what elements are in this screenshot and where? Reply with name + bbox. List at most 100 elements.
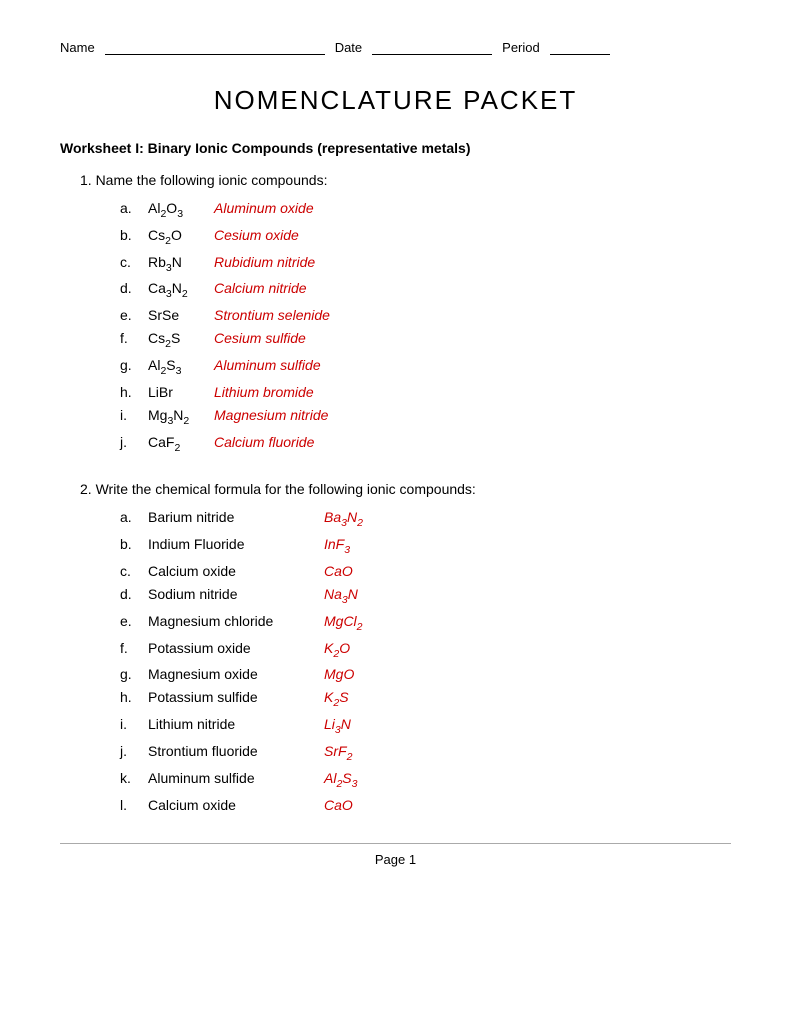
item-label: j. — [120, 743, 142, 759]
list-item: h. LiBr Lithium bromide — [120, 384, 731, 400]
list-item: b. Indium Fluoride InF3 — [120, 536, 731, 556]
formula: Rb3N — [148, 254, 208, 274]
formula: SrSe — [148, 307, 208, 323]
answer: Lithium bromide — [214, 384, 314, 400]
formula: Al2O3 — [148, 200, 208, 220]
answer-formula: K2S — [324, 689, 349, 709]
item-label: g. — [120, 357, 142, 373]
q1-list: a. Al2O3 Aluminum oxide b. Cs2O Cesium o… — [120, 200, 731, 453]
list-item: e. SrSe Strontium selenide — [120, 307, 731, 323]
date-label: Date — [335, 40, 362, 55]
answer-formula: SrF2 — [324, 743, 352, 763]
list-item: d. Sodium nitride Na3N — [120, 586, 731, 606]
period-line — [550, 54, 610, 55]
list-item: k. Aluminum sulfide Al2S3 — [120, 770, 731, 790]
item-label: d. — [120, 280, 142, 296]
list-item: d. Ca3N2 Calcium nitride — [120, 280, 731, 300]
answer: Aluminum sulfide — [214, 357, 321, 373]
list-item: a. Al2O3 Aluminum oxide — [120, 200, 731, 220]
answer-formula: MgCl2 — [324, 613, 363, 633]
formula: Cs2S — [148, 330, 208, 350]
list-item: j. Strontium fluoride SrF2 — [120, 743, 731, 763]
q2-intro: 2. Write the chemical formula for the fo… — [80, 481, 731, 497]
list-item: c. Rb3N Rubidium nitride — [120, 254, 731, 274]
formula: Cs2O — [148, 227, 208, 247]
item-label: d. — [120, 586, 142, 602]
answer: Magnesium nitride — [214, 407, 328, 423]
compound-name: Magnesium chloride — [148, 613, 318, 629]
compound-name: Calcium oxide — [148, 797, 318, 813]
item-label: k. — [120, 770, 142, 786]
item-label: e. — [120, 307, 142, 323]
q1-intro: 1. Name the following ionic compounds: — [80, 172, 731, 188]
list-item: f. Potassium oxide K2O — [120, 640, 731, 660]
item-label: g. — [120, 666, 142, 682]
item-label: e. — [120, 613, 142, 629]
answer-formula: MgO — [324, 666, 354, 682]
compound-name: Aluminum sulfide — [148, 770, 318, 786]
answer-formula: Ba3N2 — [324, 509, 363, 529]
formula: Mg3N2 — [148, 407, 208, 427]
item-label: a. — [120, 200, 142, 216]
formula: Al2S3 — [148, 357, 208, 377]
answer-formula: InF3 — [324, 536, 350, 556]
header: Name Date Period — [60, 40, 731, 55]
compound-name: Potassium sulfide — [148, 689, 318, 705]
item-label: h. — [120, 689, 142, 705]
compound-name: Sodium nitride — [148, 586, 318, 602]
formula: CaF2 — [148, 434, 208, 454]
list-item: j. CaF2 Calcium fluoride — [120, 434, 731, 454]
compound-name: Calcium oxide — [148, 563, 318, 579]
item-label: f. — [120, 640, 142, 656]
answer-formula: CaO — [324, 797, 353, 813]
compound-name: Strontium fluoride — [148, 743, 318, 759]
item-label: h. — [120, 384, 142, 400]
q2-list: a. Barium nitride Ba3N2 b. Indium Fluori… — [120, 509, 731, 812]
answer: Calcium nitride — [214, 280, 307, 296]
list-item: g. Magnesium oxide MgO — [120, 666, 731, 682]
answer: Calcium fluoride — [214, 434, 314, 450]
item-label: c. — [120, 563, 142, 579]
compound-name: Lithium nitride — [148, 716, 318, 732]
item-label: c. — [120, 254, 142, 270]
list-item: i. Mg3N2 Magnesium nitride — [120, 407, 731, 427]
item-label: a. — [120, 509, 142, 525]
list-item: g. Al2S3 Aluminum sulfide — [120, 357, 731, 377]
compound-name: Barium nitride — [148, 509, 318, 525]
compound-name: Magnesium oxide — [148, 666, 318, 682]
name-line — [105, 54, 325, 55]
period-label: Period — [502, 40, 540, 55]
item-label: b. — [120, 536, 142, 552]
formula: Ca3N2 — [148, 280, 208, 300]
question-2-block: 2. Write the chemical formula for the fo… — [60, 481, 731, 812]
answer: Aluminum oxide — [214, 200, 314, 216]
footer: Page 1 — [60, 843, 731, 867]
list-item: a. Barium nitride Ba3N2 — [120, 509, 731, 529]
item-label: f. — [120, 330, 142, 346]
answer-formula: Na3N — [324, 586, 358, 606]
item-label: b. — [120, 227, 142, 243]
list-item: b. Cs2O Cesium oxide — [120, 227, 731, 247]
list-item: l. Calcium oxide CaO — [120, 797, 731, 813]
page-label: Page 1 — [375, 852, 416, 867]
compound-name: Indium Fluoride — [148, 536, 318, 552]
answer: Cesium sulfide — [214, 330, 306, 346]
page-title: Nomenclature Packet — [60, 85, 731, 116]
answer-formula: CaO — [324, 563, 353, 579]
answer-formula: Li3N — [324, 716, 351, 736]
item-label: i. — [120, 716, 142, 732]
date-line — [372, 54, 492, 55]
answer-formula: Al2S3 — [324, 770, 357, 790]
list-item: i. Lithium nitride Li3N — [120, 716, 731, 736]
answer-formula: K2O — [324, 640, 350, 660]
list-item: e. Magnesium chloride MgCl2 — [120, 613, 731, 633]
list-item: c. Calcium oxide CaO — [120, 563, 731, 579]
question-1-block: 1. Name the following ionic compounds: a… — [60, 172, 731, 453]
worksheet-heading: Worksheet I: Binary Ionic Compounds (rep… — [60, 140, 731, 156]
item-label: j. — [120, 434, 142, 450]
item-label: l. — [120, 797, 142, 813]
answer: Rubidium nitride — [214, 254, 315, 270]
formula: LiBr — [148, 384, 208, 400]
answer: Cesium oxide — [214, 227, 299, 243]
name-label: Name — [60, 40, 95, 55]
